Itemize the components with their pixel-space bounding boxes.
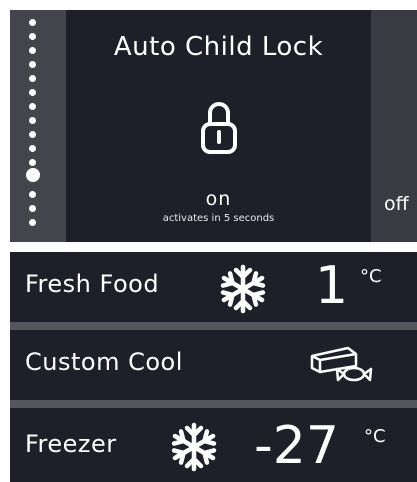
page-dot: [29, 103, 36, 110]
lock-state-off[interactable]: off: [384, 193, 409, 215]
cheese-candy-icon: [310, 346, 373, 382]
child-lock-panel: Auto Child Lock on activates in 5 second…: [10, 10, 417, 242]
temperature-unit: °C: [364, 426, 386, 447]
page-dot: [29, 61, 36, 68]
page-dot-active: [26, 168, 40, 182]
row-divider: [10, 400, 417, 408]
activation-note: activates in 5 seconds: [162, 213, 275, 224]
page-dot: [29, 19, 36, 26]
freezer-temperature: -27: [254, 416, 339, 476]
panel-title: Auto Child Lock: [113, 32, 324, 62]
fresh-food-temperature: 1: [315, 256, 349, 316]
page-dot: [29, 205, 36, 212]
lock-state-on[interactable]: on: [66, 188, 371, 210]
fresh-food-row[interactable]: Fresh Food 1 °C: [10, 252, 417, 322]
row-divider: [10, 322, 417, 330]
page-dot: [29, 219, 36, 226]
zone-label: Freezer: [25, 430, 117, 458]
page-dot: [29, 47, 36, 54]
page-dot: [29, 191, 36, 198]
page-dot: [29, 131, 36, 138]
lock-icon: [201, 102, 237, 154]
page-dot: [29, 89, 36, 96]
snowflake-icon: [220, 264, 266, 314]
snowflake-icon: [171, 422, 217, 472]
page-dot: [29, 75, 36, 82]
page-dot: [29, 159, 36, 166]
freezer-row[interactable]: Freezer -27 °C: [10, 408, 417, 482]
temperature-unit: °C: [360, 266, 382, 287]
page-indicator: [10, 10, 66, 242]
zone-label: Custom Cool: [25, 348, 183, 376]
page-dot: [29, 117, 36, 124]
custom-cool-row[interactable]: Custom Cool: [10, 330, 417, 400]
page-dot: [29, 145, 36, 152]
page-dot: [29, 33, 36, 40]
zone-label: Fresh Food: [25, 270, 160, 298]
